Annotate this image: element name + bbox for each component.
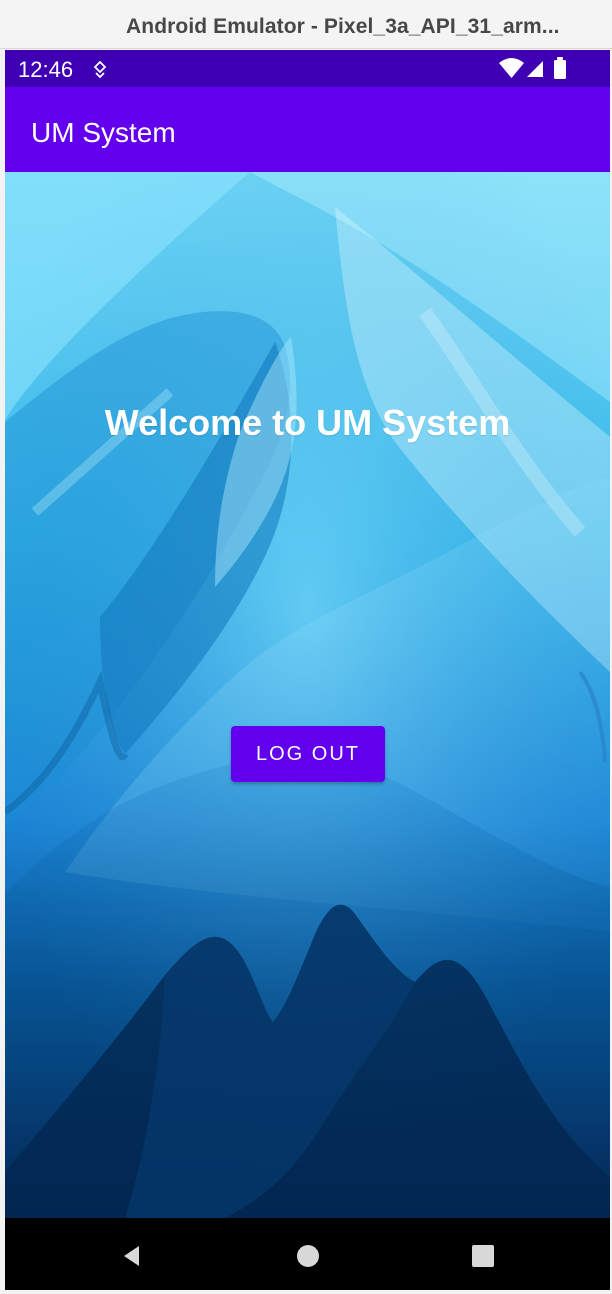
phone-screen: 12:46 UM System Welcome to UM System LOG… (5, 50, 610, 1290)
home-icon[interactable] (293, 1241, 323, 1271)
status-bar: 12:46 (5, 50, 610, 87)
main-content: Welcome to UM System LOG OUT (5, 172, 610, 1218)
recents-icon[interactable] (468, 1241, 498, 1271)
window-titlebar[interactable]: Android Emulator - Pixel_3a_API_31_arm..… (0, 0, 612, 49)
battery-icon (554, 57, 566, 79)
notification-icon (93, 61, 107, 79)
navigation-bar (5, 1218, 610, 1290)
ice-wallpaper-image (5, 172, 610, 1218)
back-icon[interactable] (117, 1241, 147, 1271)
signal-icon (527, 61, 543, 77)
logout-button[interactable]: LOG OUT (231, 726, 385, 782)
status-clock: 12:46 (18, 57, 74, 82)
wifi-icon (499, 58, 524, 78)
app-title: UM System (31, 117, 176, 148)
window-title: Android Emulator - Pixel_3a_API_31_arm..… (126, 15, 560, 38)
app-bar: UM System (5, 87, 610, 172)
welcome-heading: Welcome to UM System (104, 402, 511, 443)
emulator-window: Android Emulator - Pixel_3a_API_31_arm..… (0, 0, 612, 1294)
